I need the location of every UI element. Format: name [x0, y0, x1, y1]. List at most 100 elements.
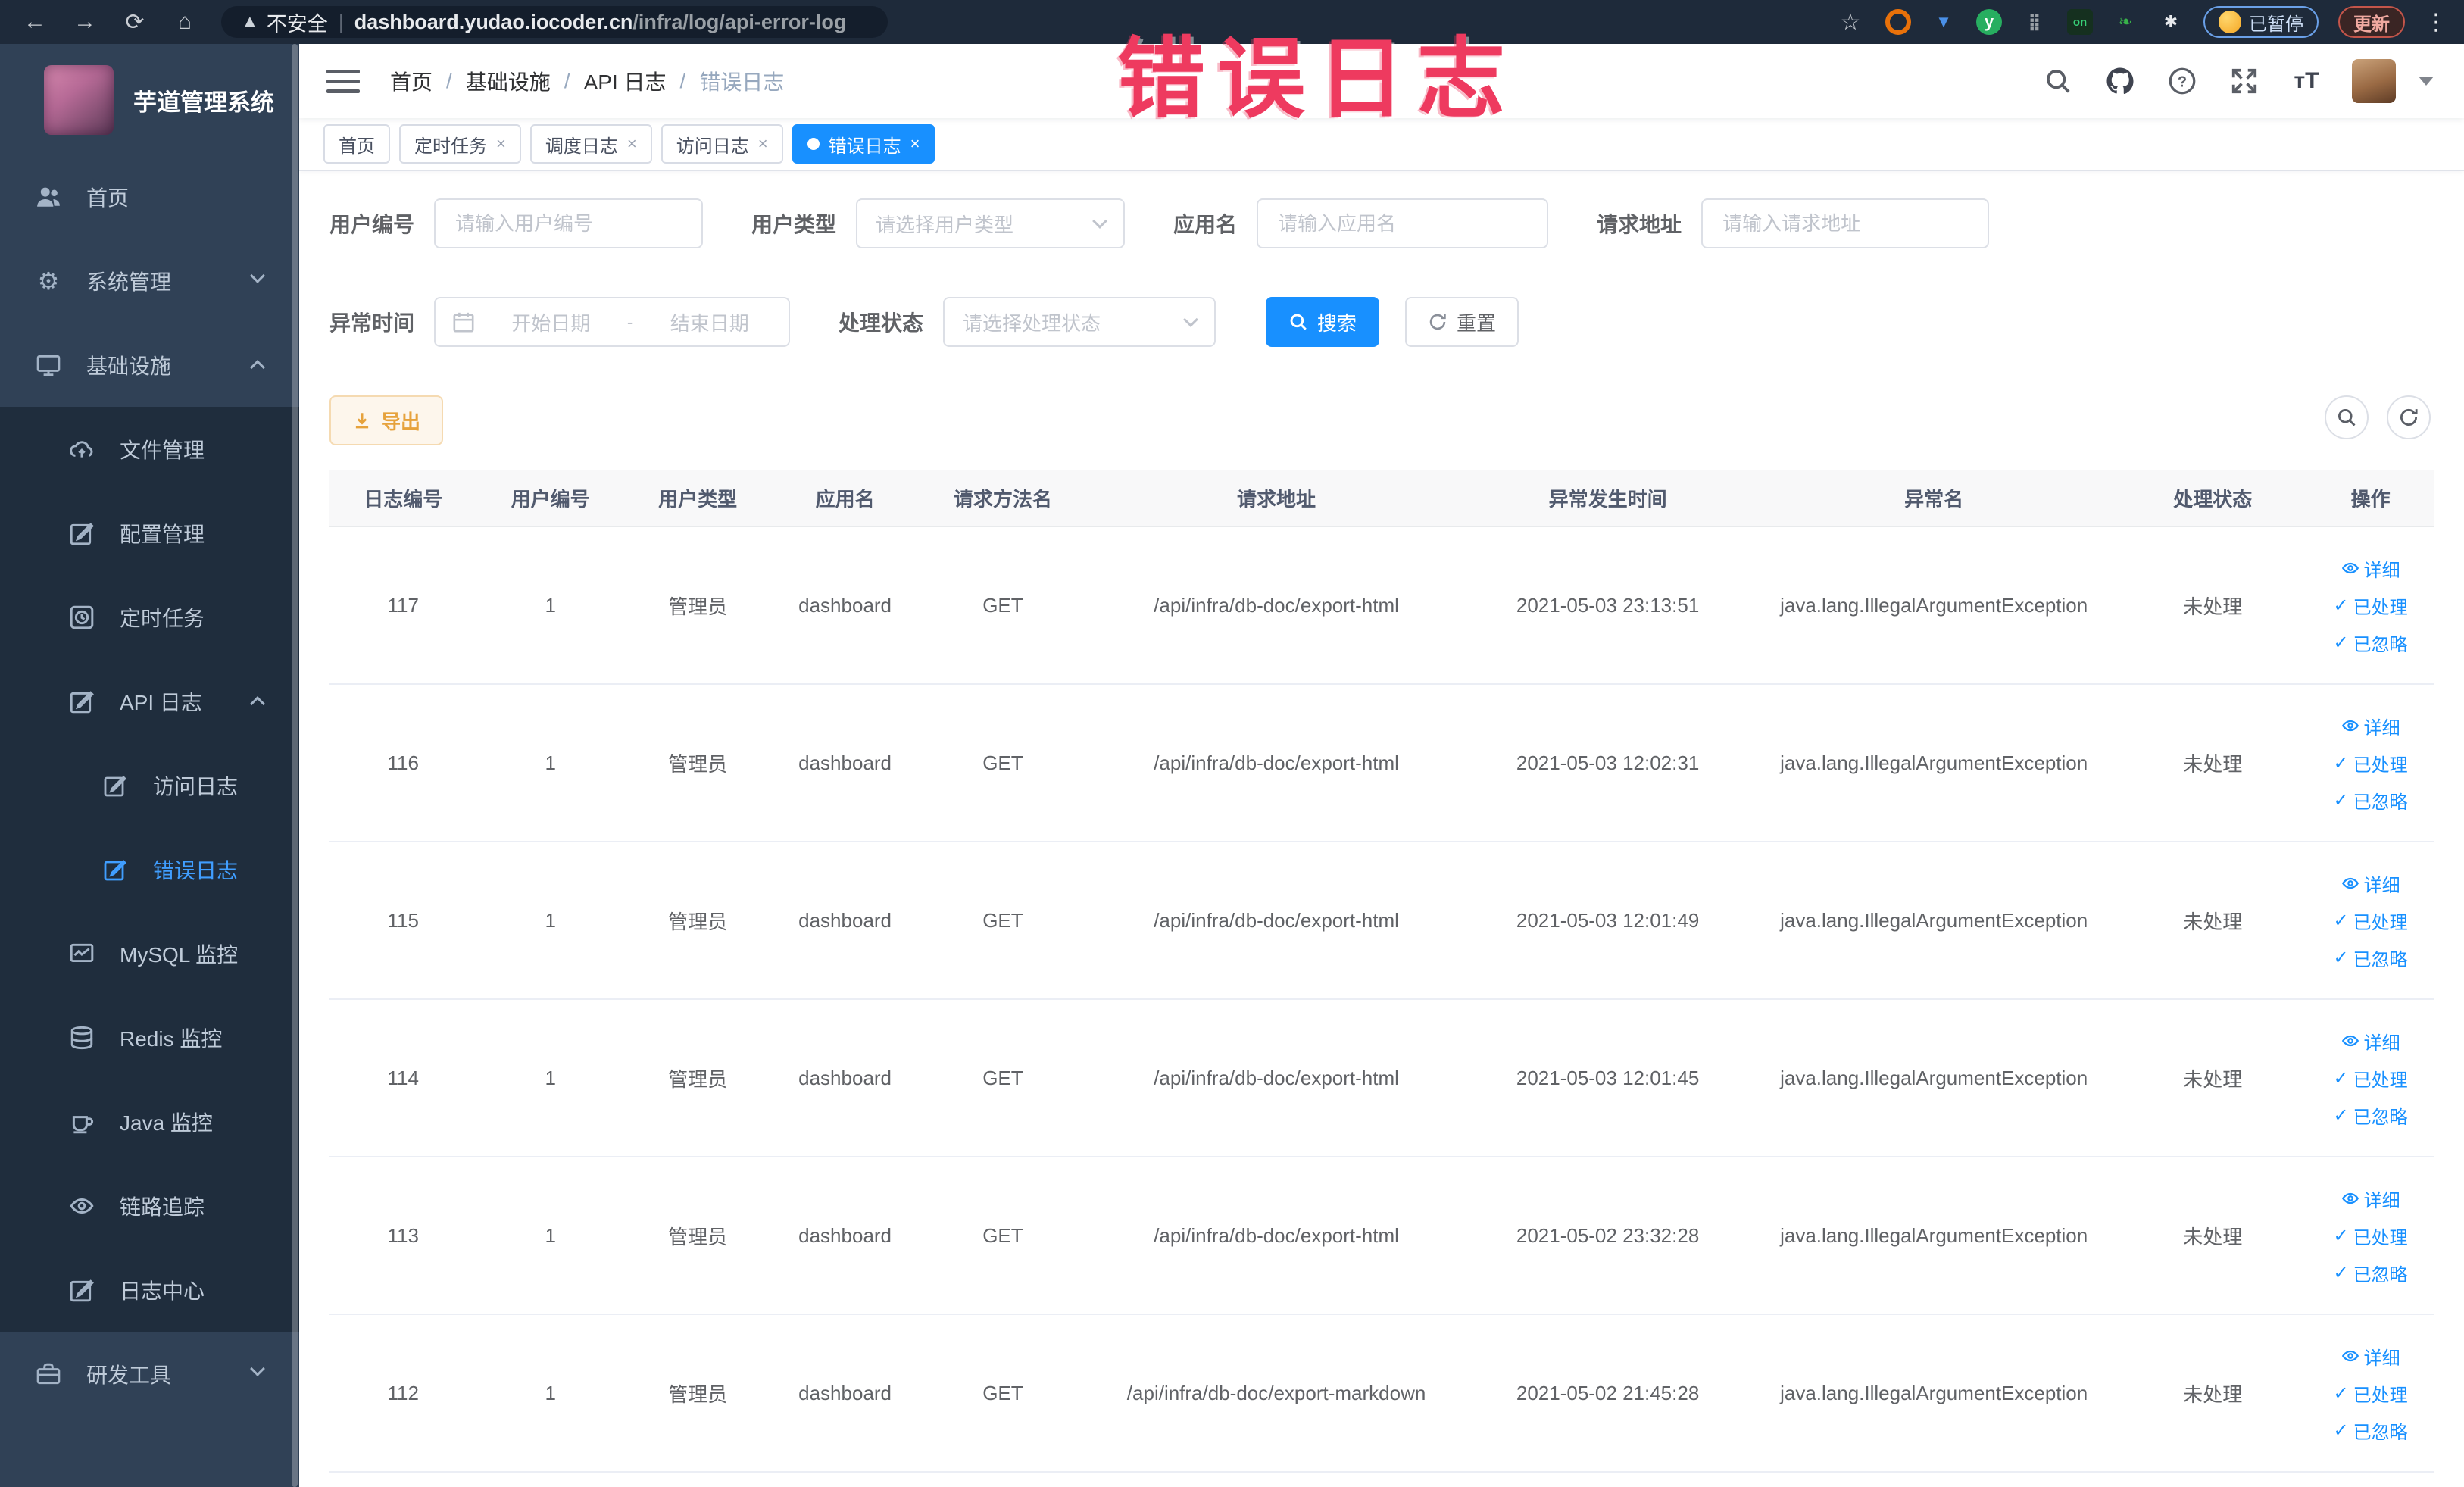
tag-job-log[interactable]: 调度日志 × — [529, 124, 652, 164]
sidebar-item-log-center[interactable]: 日志中心 — [0, 1248, 299, 1332]
ignored-link[interactable]: ✓ 已忽略 — [2334, 629, 2408, 656]
table-row[interactable]: 113 1 管理员 dashboard GET /api/infra/db-do… — [329, 1157, 2434, 1315]
search-icon[interactable] — [2041, 64, 2075, 98]
processed-link[interactable]: ✓ 已处理 — [2334, 1223, 2408, 1249]
processed-link[interactable]: ✓ 已处理 — [2334, 1065, 2408, 1092]
search-button[interactable]: 搜索 — [1266, 297, 1380, 347]
sidebar-item-dev-tools[interactable]: 研发工具 — [0, 1332, 299, 1416]
app-logo-row[interactable]: 芋道管理系统 — [0, 44, 299, 155]
avatar[interactable] — [2352, 59, 2396, 103]
font-size-icon[interactable]: ᴛT — [2290, 64, 2323, 98]
tag-home[interactable]: 首页 — [323, 124, 390, 164]
processed-link[interactable]: ✓ 已处理 — [2334, 592, 2408, 619]
close-icon[interactable]: × — [758, 134, 768, 154]
extension-grid-icon[interactable]: ⣿ — [2022, 9, 2047, 35]
detail-link[interactable]: 详细 — [2341, 1186, 2400, 1212]
detail-link[interactable]: 详细 — [2341, 1343, 2400, 1370]
timer-icon — [67, 604, 97, 630]
processed-link[interactable]: ✓ 已处理 — [2334, 1380, 2408, 1407]
breadcrumb-item[interactable]: API 日志 — [584, 66, 667, 96]
user-id-input[interactable] — [436, 200, 702, 247]
extension-leaf-icon[interactable]: ❧ — [2113, 9, 2138, 35]
sidebar-item-home[interactable]: 首页 — [0, 155, 299, 239]
help-icon[interactable]: ? — [2166, 64, 2199, 98]
forward-icon[interactable]: → — [70, 7, 100, 37]
export-button[interactable]: 导出 — [329, 395, 444, 445]
tag-access-log[interactable]: 访问日志 × — [661, 124, 783, 164]
breadcrumb-item[interactable]: 基础设施 — [466, 66, 551, 96]
chevron-down-icon — [250, 268, 265, 283]
extension-shield-icon[interactable]: ▼ — [1931, 9, 1957, 35]
detail-link[interactable]: 详细 — [2341, 713, 2400, 739]
sidebar-toggle-icon[interactable] — [326, 69, 360, 93]
request-url-input[interactable] — [1703, 200, 1988, 247]
github-icon[interactable] — [2103, 64, 2137, 98]
sidebar-scrollbar[interactable] — [292, 44, 298, 1487]
sidebar-item-error-log[interactable]: 错误日志 — [0, 827, 299, 911]
sidebar-item-file-manage[interactable]: 文件管理 — [0, 407, 299, 491]
table-row[interactable]: 116 1 管理员 dashboard GET /api/infra/db-do… — [329, 685, 2434, 842]
breadcrumb-item[interactable]: 首页 — [390, 66, 433, 96]
extension-y-icon[interactable]: y — [1976, 9, 2002, 35]
tag-job[interactable]: 定时任务 × — [399, 124, 521, 164]
tag-error-log[interactable]: 错误日志 × — [792, 124, 935, 164]
sidebar-item-config-manage[interactable]: 配置管理 — [0, 491, 299, 575]
sidebar-item-mysql-monitor[interactable]: MySQL 监控 — [0, 911, 299, 995]
sidebar: 芋道管理系统 首页 ⚙ 系统管理 基础设施 文件管理 配置管理 定时任务 API… — [0, 44, 299, 1487]
sidebar-item-infra[interactable]: 基础设施 — [0, 323, 299, 407]
address-bar[interactable]: ▲ 不安全 | dashboard.yudao.iocoder.cn/infra… — [221, 6, 888, 38]
ignored-link[interactable]: ✓ 已忽略 — [2334, 945, 2408, 971]
extension-orange-icon[interactable] — [1885, 9, 1911, 35]
download-icon — [355, 413, 369, 429]
detail-link[interactable]: 详细 — [2341, 1028, 2400, 1054]
tag-label: 调度日志 — [545, 136, 618, 157]
bookmark-star-icon[interactable]: ☆ — [1835, 7, 1866, 37]
sidebar-item-trace[interactable]: 链路追踪 — [0, 1164, 299, 1248]
process-status-select[interactable]: 请选择处理状态 — [943, 297, 1216, 347]
fullscreen-icon[interactable] — [2228, 64, 2261, 98]
home-icon[interactable]: ⌂ — [170, 7, 200, 37]
eye-icon — [2341, 720, 2359, 732]
ignored-link[interactable]: ✓ 已忽略 — [2334, 1417, 2408, 1444]
ignored-link[interactable]: ✓ 已忽略 — [2334, 1260, 2408, 1286]
app-name-input[interactable] — [1258, 200, 1547, 247]
sidebar-item-system[interactable]: ⚙ 系统管理 — [0, 239, 299, 323]
sidebar-item-job[interactable]: 定时任务 — [0, 575, 299, 659]
close-icon[interactable]: × — [910, 134, 920, 154]
processed-link[interactable]: ✓ 已处理 — [2334, 908, 2408, 934]
calendar-icon — [453, 312, 474, 333]
reset-button[interactable]: 重置 — [1405, 297, 1519, 347]
table-row[interactable]: 114 1 管理员 dashboard GET /api/infra/db-do… — [329, 1000, 2434, 1157]
back-icon[interactable]: ← — [20, 7, 50, 37]
processed-link[interactable]: ✓ 已处理 — [2334, 750, 2408, 776]
close-icon[interactable]: × — [627, 134, 637, 154]
ignored-link[interactable]: ✓ 已忽略 — [2334, 1102, 2408, 1129]
ignored-link[interactable]: ✓ 已忽略 — [2334, 787, 2408, 814]
toggle-search-icon[interactable] — [2325, 395, 2369, 439]
date-range-picker[interactable]: 开始日期 - 结束日期 — [434, 297, 791, 347]
avatar-caret-icon[interactable] — [2419, 77, 2434, 86]
table-row[interactable]: 112 1 管理员 dashboard GET /api/infra/db-do… — [329, 1315, 2434, 1473]
update-button[interactable]: 更新 — [2338, 6, 2405, 38]
refresh-table-icon[interactable] — [2387, 395, 2431, 439]
user-type-select[interactable]: 请选择用户类型 — [856, 198, 1126, 248]
sidebar-item-java-monitor[interactable]: Java 监控 — [0, 1079, 299, 1164]
cell-method: GET — [982, 1381, 1023, 1404]
cell-request-url: /api/infra/db-doc/export-html — [1154, 751, 1399, 774]
close-icon[interactable]: × — [496, 134, 506, 154]
sidebar-item-access-log[interactable]: 访问日志 — [0, 743, 299, 827]
table-row[interactable]: 117 1 管理员 dashboard GET /api/infra/db-do… — [329, 527, 2434, 685]
reload-icon[interactable]: ⟳ — [120, 7, 150, 37]
cell-exception-name: java.lang.IllegalArgumentException — [1780, 1066, 2088, 1089]
extension-on-toggle-icon[interactable]: on — [2067, 9, 2093, 35]
table-row[interactable]: 115 1 管理员 dashboard GET /api/infra/db-do… — [329, 842, 2434, 1000]
extension-puzzle-icon[interactable]: ✱ — [2158, 9, 2184, 35]
detail-link[interactable]: 详细 — [2341, 870, 2400, 897]
breadcrumb-item-current: 错误日志 — [699, 70, 785, 94]
sidebar-item-api-log[interactable]: API 日志 — [0, 659, 299, 743]
update-button-label: 更新 — [2353, 14, 2390, 35]
sidebar-item-redis-monitor[interactable]: Redis 监控 — [0, 995, 299, 1079]
profile-pill[interactable]: 已暂停 — [2203, 6, 2319, 38]
browser-menu-icon[interactable]: ⋮ — [2425, 9, 2447, 36]
detail-link[interactable]: 详细 — [2341, 555, 2400, 582]
